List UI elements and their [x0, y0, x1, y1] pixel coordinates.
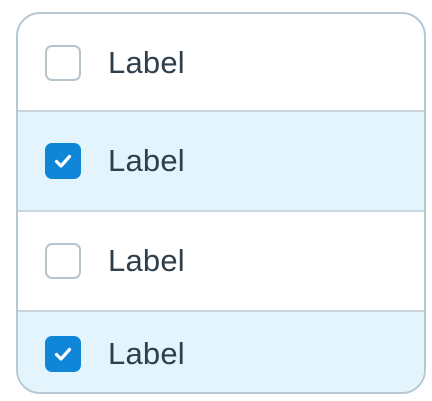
checkbox-checked[interactable] [45, 336, 81, 372]
checkbox-label: Label [108, 143, 185, 178]
checkmark-icon [54, 154, 72, 168]
checkmark-icon [54, 347, 72, 361]
checkbox-item-4[interactable]: Label [18, 312, 424, 392]
checkbox-list: Label Label Label Label [16, 12, 426, 394]
checkbox-item-2[interactable]: Label [18, 112, 424, 210]
checkbox-item-1[interactable]: Label [18, 14, 424, 112]
checkbox-unchecked[interactable] [45, 243, 81, 279]
checkbox-label: Label [108, 243, 185, 278]
checkbox-unchecked[interactable] [45, 45, 81, 81]
checkbox-label: Label [108, 336, 185, 371]
checkbox-checked[interactable] [45, 143, 81, 179]
checkbox-item-3[interactable]: Label [18, 212, 424, 310]
checkbox-label: Label [108, 45, 185, 80]
